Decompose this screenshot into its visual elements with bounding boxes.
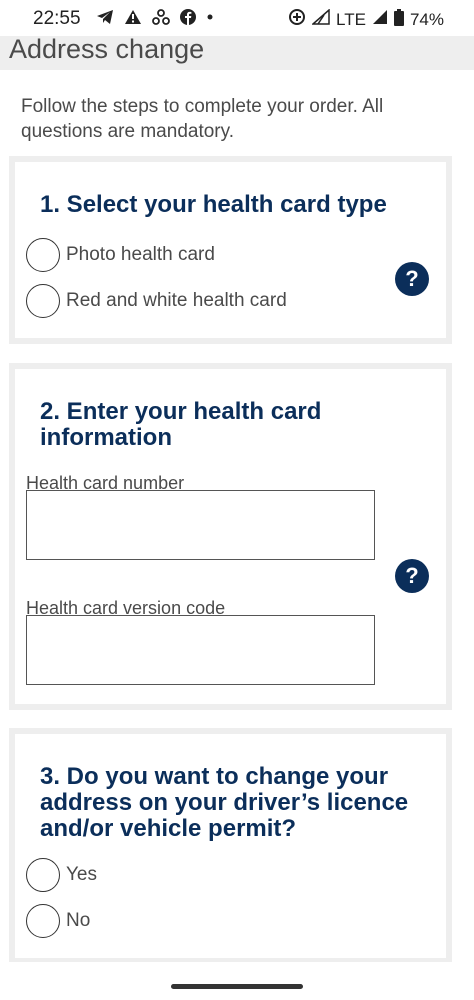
radio-button[interactable] (26, 858, 60, 892)
health-card-number-input[interactable] (26, 490, 375, 560)
signal-icon (311, 8, 330, 30)
home-handle[interactable] (171, 984, 303, 989)
status-time: 22:55 (33, 8, 81, 29)
radio-label: Photo health card (66, 244, 215, 265)
warning-icon (124, 9, 142, 30)
section-title: 2. Enter your health card information (40, 398, 322, 451)
radio-button[interactable] (26, 238, 60, 272)
battery-icon (393, 8, 404, 31)
page-title: Address change (9, 34, 205, 64)
radio-photo-health-card[interactable]: Photo health card (26, 238, 215, 272)
section-title: 3. Do you want to change your address on… (40, 763, 409, 842)
network-type: LTE (336, 9, 366, 29)
section-title: 1. Select your health card type (40, 191, 387, 218)
radio-label: No (66, 910, 91, 931)
radio-label: Red and white health card (66, 290, 287, 311)
telegram-icon (96, 9, 114, 30)
radio-yes[interactable]: Yes (26, 858, 97, 892)
health-card-type-section: 1. Select your health card type Photo he… (9, 156, 452, 344)
intro-text: Follow the steps to complete your order.… (21, 96, 384, 142)
drivers-licence-section: 3. Do you want to change your address on… (9, 728, 452, 964)
data-saver-icon (288, 8, 306, 31)
radio-label: Yes (66, 864, 97, 885)
facebook-icon (180, 9, 196, 30)
radio-button[interactable] (26, 284, 60, 318)
radio-button[interactable] (26, 904, 60, 938)
page-header: Address change (0, 34, 474, 70)
radio-red-white-health-card[interactable]: Red and white health card (26, 284, 287, 318)
radio-no[interactable]: No (26, 904, 90, 938)
gesture-nav-bar (0, 962, 474, 1000)
battery-percent: 74% (409, 9, 444, 29)
cellular-signal-icon (372, 9, 388, 30)
health-card-info-section: 2. Enter your health card information He… (9, 363, 452, 710)
dot-icon (206, 9, 214, 30)
system-icons: LTE 74% (288, 8, 444, 31)
status-bar: 22:55 LTE 74% (0, 0, 474, 36)
help-icon[interactable]: ? (395, 559, 429, 593)
notification-icons (96, 9, 214, 30)
help-icon[interactable]: ? (395, 262, 429, 296)
recycle-icon (152, 9, 170, 30)
health-card-version-code-input[interactable] (26, 615, 375, 685)
